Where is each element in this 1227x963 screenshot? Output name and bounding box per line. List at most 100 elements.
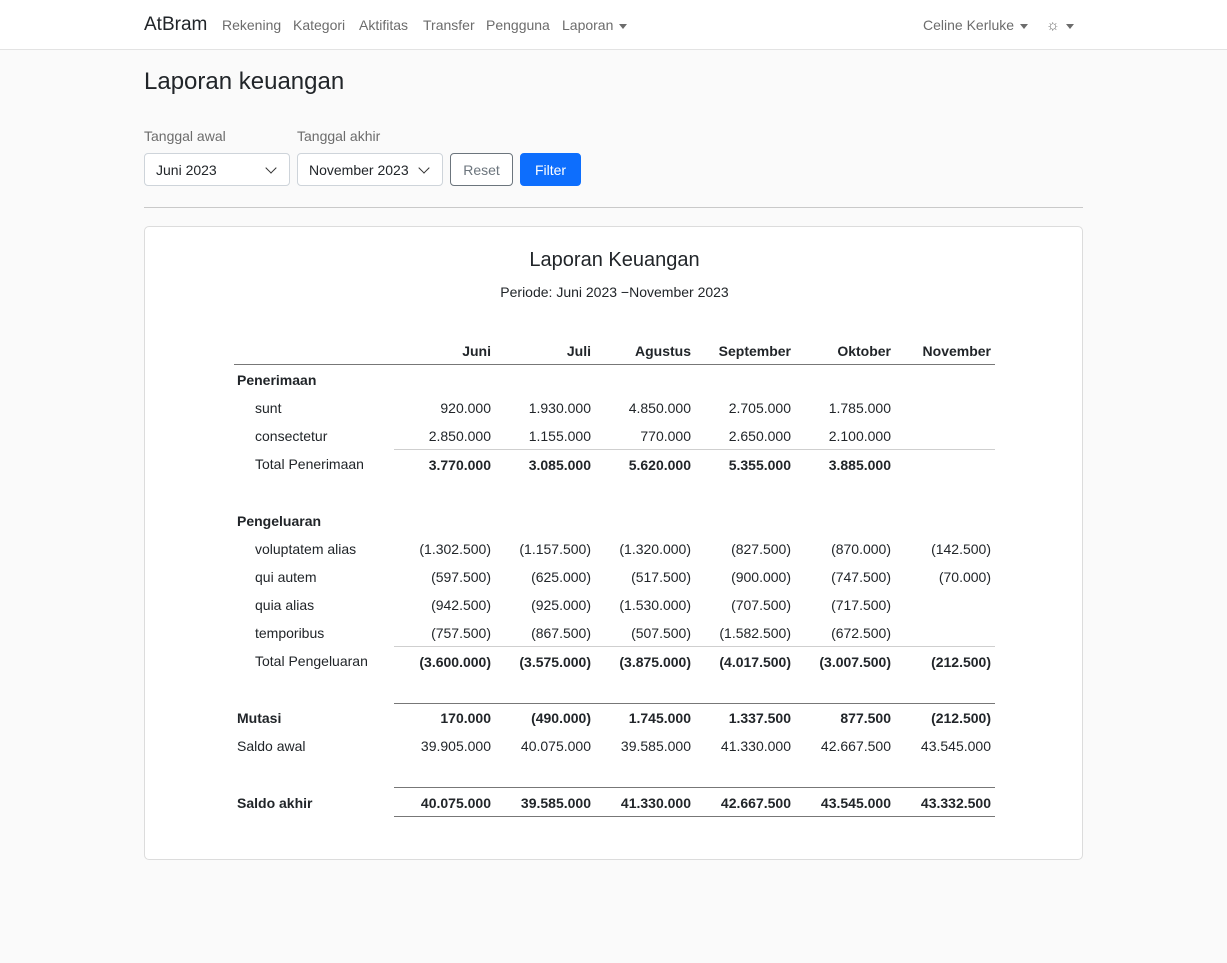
table-cell: (1.582.500)	[719, 625, 791, 641]
chevron-down-icon	[265, 162, 277, 174]
column-header: September	[718, 343, 791, 359]
table-cell: 39.585.000	[620, 738, 691, 754]
table-cell: 1.785.000	[828, 400, 891, 416]
section-heading: Pengeluaran	[237, 513, 322, 529]
caret-down-icon	[1065, 23, 1074, 29]
chevron-down-icon	[418, 162, 430, 174]
table-cell: (707.500)	[731, 597, 791, 613]
table-cell: 3.770.000	[428, 457, 491, 473]
table-cell: (4.017.500)	[719, 654, 791, 670]
row-label: Saldo awal	[237, 738, 306, 754]
table-cell: (900.000)	[731, 569, 791, 585]
table-cell: 41.330.000	[720, 738, 791, 754]
nav-transfer[interactable]: Transfer	[423, 17, 475, 33]
row-label: qui autem	[255, 569, 317, 585]
table-cell: (625.000)	[531, 569, 591, 585]
divider	[144, 207, 1083, 208]
navbar: AtBram Rekening Kategori Aktifitas Trans…	[0, 0, 1227, 50]
table-cell: (870.000)	[831, 541, 891, 557]
table-cell: 40.075.000	[520, 738, 591, 754]
table-cell: (1.530.000)	[619, 597, 691, 613]
start-date-value: Juni 2023	[156, 162, 217, 178]
table-cell: 5.620.000	[628, 457, 691, 473]
sun-icon: ☼	[1046, 17, 1060, 34]
table-cell: 170.000	[440, 710, 491, 726]
table-cell: 920.000	[440, 400, 491, 416]
user-menu-dropdown[interactable]: Celine Kerluke	[923, 17, 1029, 33]
end-date-value: November 2023	[309, 162, 409, 178]
table-cell: 2.705.000	[728, 400, 791, 416]
closing-rule	[394, 787, 995, 788]
header-rule	[234, 364, 995, 365]
table-cell: 42.667.500	[720, 795, 791, 811]
nav-aktifitas[interactable]: Aktifitas	[359, 17, 408, 33]
page-title: Laporan keuangan	[144, 68, 345, 95]
table-cell: 1.930.000	[528, 400, 591, 416]
row-label: consectetur	[255, 428, 328, 444]
table-cell: (717.500)	[831, 597, 891, 613]
nav-laporan-label: Laporan	[562, 17, 614, 33]
table-cell: 43.332.500	[920, 795, 991, 811]
table-cell: (1.320.000)	[619, 541, 691, 557]
row-label: Saldo akhir	[237, 795, 313, 811]
table-cell: (507.500)	[631, 625, 691, 641]
caret-down-icon	[619, 23, 628, 29]
table-cell: (3.600.000)	[419, 654, 491, 670]
table-cell: 39.905.000	[420, 738, 491, 754]
table-cell: 41.330.000	[620, 795, 691, 811]
table-cell: (757.500)	[431, 625, 491, 641]
table-cell: (142.500)	[931, 541, 991, 557]
table-cell: (70.000)	[938, 569, 991, 585]
mutation-rule	[394, 703, 995, 704]
table-cell: 877.500	[840, 710, 891, 726]
filter-button[interactable]: Filter	[520, 153, 581, 186]
table-cell: (3.875.000)	[619, 654, 691, 670]
table-cell: 43.545.000	[920, 738, 991, 754]
column-header: Oktober	[837, 343, 891, 359]
table-cell: 4.850.000	[628, 400, 691, 416]
row-label: sunt	[255, 400, 282, 416]
report-card: Laporan Keuangan Periode: Juni 2023 −Nov…	[144, 226, 1083, 860]
table-cell: (517.500)	[631, 569, 691, 585]
column-header: November	[922, 343, 991, 359]
brand-logo[interactable]: AtBram	[144, 14, 207, 36]
section-heading: Penerimaan	[237, 372, 317, 388]
table-cell: 5.355.000	[728, 457, 791, 473]
table-cell: (827.500)	[731, 541, 791, 557]
table-cell: (3.575.000)	[519, 654, 591, 670]
column-header: Juli	[566, 343, 591, 359]
theme-toggle[interactable]: ☼	[1046, 17, 1074, 34]
closing-bottom-rule	[394, 816, 995, 817]
table-cell: 3.885.000	[828, 457, 891, 473]
table-cell: (747.500)	[831, 569, 891, 585]
nav-laporan-dropdown[interactable]: Laporan	[562, 17, 628, 33]
row-label: temporibus	[255, 625, 325, 641]
user-name: Celine Kerluke	[923, 17, 1015, 33]
nav-pengguna[interactable]: Pengguna	[486, 17, 550, 33]
subtotal-rule	[394, 449, 995, 450]
start-date-select[interactable]: Juni 2023	[144, 153, 290, 186]
report-period: Periode: Juni 2023 −November 2023	[500, 284, 729, 300]
reset-button[interactable]: Reset	[450, 153, 513, 186]
nav-kategori[interactable]: Kategori	[293, 17, 345, 33]
end-date-select[interactable]: November 2023	[297, 153, 443, 186]
caret-down-icon	[1020, 23, 1029, 29]
nav-rekening[interactable]: Rekening	[222, 17, 281, 33]
table-cell: 2.850.000	[428, 428, 491, 444]
table-cell: 1.337.500	[728, 710, 791, 726]
table-cell: 42.667.500	[820, 738, 891, 754]
table-cell: 1.745.000	[628, 710, 691, 726]
table-cell: 43.545.000	[820, 795, 891, 811]
start-date-label: Tanggal awal	[144, 128, 226, 144]
table-cell: (212.500)	[931, 654, 991, 670]
table-cell: (1.157.500)	[519, 541, 591, 557]
table-cell: 2.100.000	[828, 428, 891, 444]
table-cell: 1.155.000	[528, 428, 591, 444]
table-cell: (925.000)	[531, 597, 591, 613]
table-cell: 3.085.000	[528, 457, 591, 473]
table-cell: (3.007.500)	[819, 654, 891, 670]
row-label: quia alias	[255, 597, 315, 613]
table-cell: (942.500)	[431, 597, 491, 613]
table-cell: (597.500)	[431, 569, 491, 585]
table-cell: (212.500)	[931, 710, 991, 726]
